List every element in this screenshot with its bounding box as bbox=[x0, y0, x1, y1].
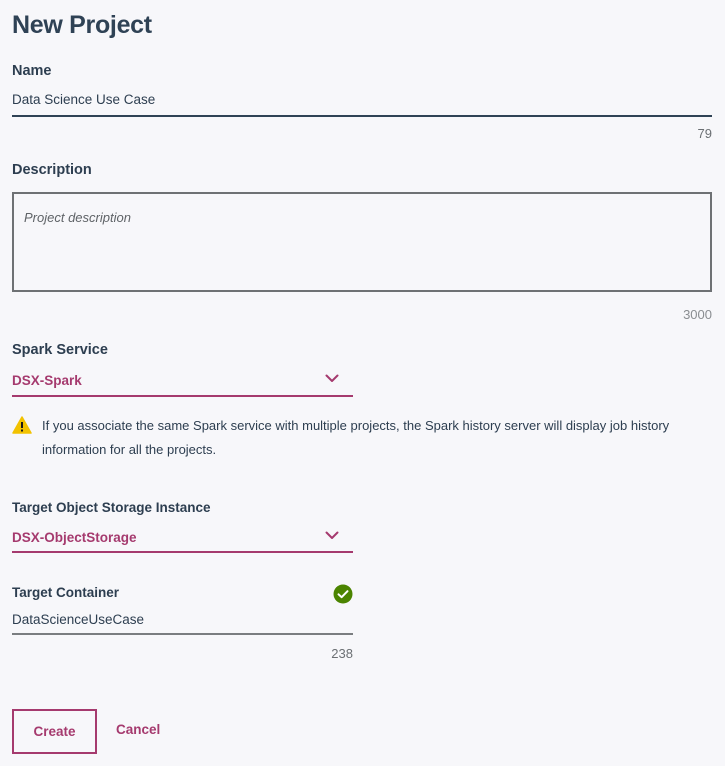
object-storage-underline bbox=[12, 551, 353, 553]
checkmark-circle-icon bbox=[333, 584, 353, 604]
description-label: Description bbox=[12, 162, 92, 178]
object-storage-select[interactable]: DSX-ObjectStorage bbox=[12, 522, 353, 554]
description-char-counter: 3000 bbox=[683, 307, 712, 322]
spark-warning-message: If you associate the same Spark service … bbox=[42, 418, 670, 457]
page-title: New Project bbox=[12, 11, 152, 39]
description-textarea[interactable]: Project description bbox=[12, 192, 712, 292]
spark-service-select[interactable]: DSX-Spark bbox=[12, 366, 353, 398]
name-input-underline bbox=[12, 115, 712, 117]
target-container-value: DataScienceUseCase bbox=[12, 612, 145, 627]
cancel-button[interactable]: Cancel bbox=[116, 722, 160, 737]
spark-service-underline bbox=[12, 395, 353, 397]
spark-service-label: Spark Service bbox=[12, 342, 108, 358]
name-input[interactable]: Data Science Use Case bbox=[12, 88, 712, 118]
spark-service-selected: DSX-Spark bbox=[12, 373, 82, 388]
name-label: Name bbox=[12, 63, 52, 79]
object-storage-selected: DSX-ObjectStorage bbox=[12, 530, 137, 545]
description-placeholder: Project description bbox=[24, 210, 131, 225]
target-container-input[interactable]: DataScienceUseCase bbox=[12, 606, 353, 636]
chevron-down-icon bbox=[325, 531, 339, 539]
name-char-counter: 79 bbox=[697, 126, 712, 141]
name-input-value: Data Science Use Case bbox=[12, 92, 156, 107]
target-container-label: Target Container bbox=[12, 585, 120, 600]
target-container-char-counter: 238 bbox=[331, 646, 353, 661]
warning-icon bbox=[12, 416, 32, 434]
new-project-form: New Project Name Data Science Use Case 7… bbox=[0, 0, 725, 766]
chevron-down-icon bbox=[325, 374, 339, 382]
target-container-underline bbox=[12, 633, 353, 635]
create-button[interactable]: Create bbox=[12, 709, 97, 754]
object-storage-label: Target Object Storage Instance bbox=[12, 500, 211, 515]
